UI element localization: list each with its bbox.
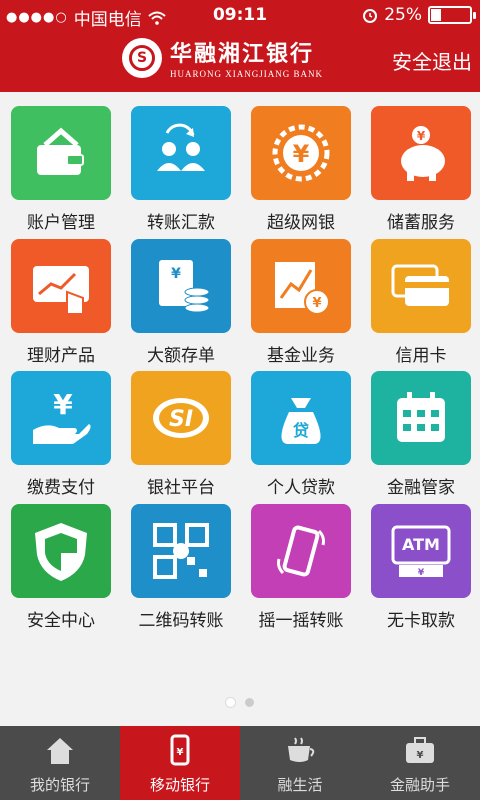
tab-label: 融生活	[277, 776, 323, 794]
tile-label: 无卡取款	[387, 611, 455, 631]
tile-label: 安全中心	[27, 611, 95, 631]
tab-coffee-cup[interactable]: 融生活	[240, 726, 360, 800]
tile-credit-card[interactable]: 信用卡	[369, 239, 473, 366]
tab-label: 移动银行	[149, 776, 210, 794]
qr-code-icon	[131, 504, 231, 598]
tile-wallet[interactable]: 账户管理	[9, 106, 113, 233]
tile-label: 转账汇款	[147, 213, 215, 233]
tile-label: 缴费支付	[27, 478, 95, 498]
deposit-certificate-icon: ¥	[131, 239, 231, 333]
svg-text:¥: ¥	[177, 747, 184, 758]
svg-text:¥: ¥	[418, 568, 425, 578]
tile-label: 金融管家	[387, 478, 455, 498]
coffee-cup-icon	[288, 737, 315, 762]
svg-text:¥: ¥	[53, 388, 73, 421]
tile-label: 二维码转账	[138, 611, 224, 631]
svg-text:¥: ¥	[417, 750, 424, 761]
atm-icon: ATM ¥	[371, 504, 471, 598]
status-bar: ●●●●○ 中国电信 09:11 25%	[0, 0, 480, 30]
page-indicator	[0, 698, 480, 707]
svg-text:¥: ¥	[417, 129, 426, 143]
tile-label: 银社平台	[147, 478, 215, 498]
credit-card-icon	[371, 239, 471, 333]
tab-home[interactable]: 我的银行	[0, 726, 120, 800]
tile-label: 储蓄服务	[387, 213, 455, 233]
page-dot-1[interactable]	[226, 698, 235, 707]
tile-transfer-people[interactable]: 转账汇款	[129, 106, 233, 233]
bank-name-cn: 华融湘江银行	[170, 41, 315, 67]
si-logo-icon: SI	[131, 371, 231, 465]
logout-button[interactable]: 安全退出	[392, 46, 472, 75]
tile-shield[interactable]: 安全中心	[9, 504, 113, 631]
finance-chart-icon	[11, 239, 111, 333]
bank-logo-icon: S	[122, 37, 162, 78]
yuan-coin-icon: ¥	[251, 106, 351, 200]
tile-fund-chart[interactable]: ¥ 基金业务	[249, 239, 353, 366]
bank-brand: S 华融湘江银行 HUARONG XIANGJIANG BANK	[122, 36, 323, 79]
svg-text:¥: ¥	[293, 140, 310, 168]
tab-label: 金融助手	[389, 776, 450, 794]
bank-name-en: HUARONG XIANGJIANG BANK	[170, 69, 323, 79]
tile-calendar[interactable]: 金融管家	[369, 371, 473, 498]
tile-qr-code[interactable]: 二维码转账	[129, 504, 233, 631]
svg-text:¥: ¥	[312, 296, 321, 311]
loan-bag-icon: 贷	[251, 371, 351, 465]
bottom-tab-bar: 我的银行 ¥ 移动银行 融生活 ¥ 金融助手	[0, 726, 480, 800]
page-dot-2[interactable]	[245, 698, 254, 707]
tile-atm[interactable]: ATM ¥ 无卡取款	[369, 504, 473, 631]
calendar-icon	[371, 371, 471, 465]
shake-phone-icon	[251, 504, 351, 598]
mobile-bank-icon: ¥	[170, 734, 190, 766]
tile-label: 账户管理	[27, 213, 95, 233]
svg-text:ATM: ATM	[402, 535, 440, 554]
wallet-icon	[11, 106, 111, 200]
piggy-bank-icon: ¥	[371, 106, 471, 200]
tile-payment-hand[interactable]: ¥ 缴费支付	[9, 371, 113, 498]
battery-icon	[428, 6, 476, 24]
tile-label: 个人贷款	[267, 478, 335, 498]
transfer-people-icon	[131, 106, 231, 200]
tile-loan-bag[interactable]: 贷个人贷款	[249, 371, 353, 498]
tile-label: 基金业务	[267, 346, 335, 366]
shield-icon	[11, 504, 111, 598]
alarm-clock-icon	[363, 9, 378, 23]
tile-label: 超级网银	[267, 213, 335, 233]
tile-label: 信用卡	[395, 346, 447, 366]
tile-label: 摇一摇转账	[258, 611, 344, 631]
svg-text:SI: SI	[169, 407, 193, 432]
payment-hand-icon: ¥	[11, 371, 111, 465]
home-icon	[47, 738, 73, 764]
app-header: ●●●●○ 中国电信 09:11 25% S 华融湘江银行 HUARONG XI…	[0, 0, 480, 92]
tab-label: 我的银行	[29, 776, 90, 794]
tile-label: 理财产品	[27, 346, 95, 366]
tile-shake-phone[interactable]: 摇一摇转账	[249, 504, 353, 631]
battery-percent: 25%	[384, 5, 422, 25]
svg-text:贷: 贷	[293, 421, 309, 440]
tab-briefcase[interactable]: ¥ 金融助手	[360, 726, 480, 800]
tab-mobile-bank[interactable]: ¥ 移动银行	[120, 726, 240, 800]
fund-chart-icon: ¥	[251, 239, 351, 333]
tile-deposit-certificate[interactable]: ¥ 大额存单	[129, 239, 233, 366]
tile-yuan-coin[interactable]: ¥ 超级网银	[249, 106, 353, 233]
tile-si-logo[interactable]: SI 银社平台	[129, 371, 233, 498]
briefcase-icon: ¥	[406, 737, 434, 763]
tile-finance-chart[interactable]: 理财产品	[9, 239, 113, 366]
tile-piggy-bank[interactable]: ¥ 储蓄服务	[369, 106, 473, 233]
tile-label: 大额存单	[147, 346, 215, 366]
svg-text:¥: ¥	[171, 266, 181, 282]
